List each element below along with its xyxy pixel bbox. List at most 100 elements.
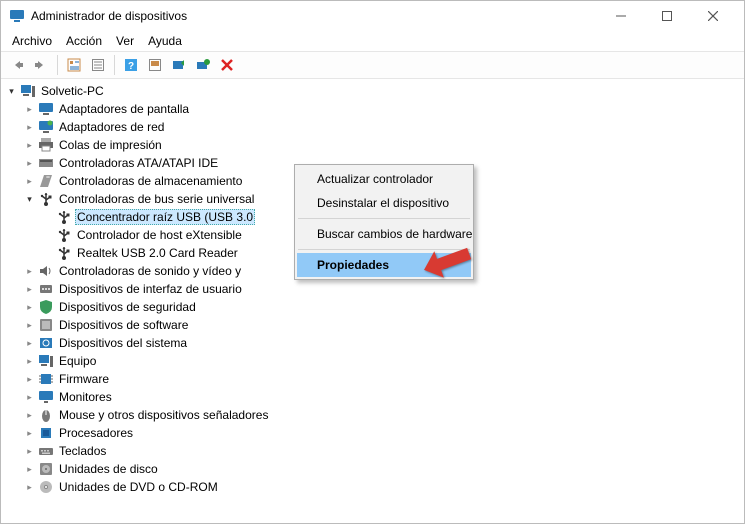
proc-icon xyxy=(38,425,54,441)
node-label: Unidades de DVD o CD-ROM xyxy=(57,480,220,494)
node-label: Dispositivos de software xyxy=(57,318,190,332)
node-label: Dispositivos del sistema xyxy=(57,336,189,350)
back-button[interactable] xyxy=(5,53,29,77)
node-label: Unidades de disco xyxy=(57,462,160,476)
tree-category-node[interactable]: ▸ Unidades de DVD o CD-ROM xyxy=(23,478,740,496)
tree-category-node[interactable]: ▸ Firmware xyxy=(23,370,740,388)
maximize-button[interactable] xyxy=(644,1,690,31)
delete-button[interactable] xyxy=(215,53,239,77)
context-menu-item[interactable]: Desinstalar el dispositivo xyxy=(297,191,471,215)
usb-icon xyxy=(56,209,72,225)
hid-icon xyxy=(38,281,54,297)
tree-category-node[interactable]: ▸ Dispositivos de software xyxy=(23,316,740,334)
sys-icon xyxy=(38,335,54,351)
node-label: Adaptadores de pantalla xyxy=(57,102,191,116)
tree-root-node[interactable]: ▾ Solvetic-PC xyxy=(5,82,740,100)
chevron-right-icon[interactable]: ▸ xyxy=(23,337,36,350)
device-tree[interactable]: ▾ Solvetic-PC ▸ Adaptadores de pantalla … xyxy=(1,80,744,523)
minimize-button[interactable] xyxy=(598,1,644,31)
forward-button[interactable] xyxy=(29,53,53,77)
chevron-down-icon[interactable]: ▾ xyxy=(23,193,36,206)
node-label: Firmware xyxy=(57,372,111,386)
chevron-right-icon[interactable]: ▸ xyxy=(23,121,36,134)
tree-category-node[interactable]: ▸ Procesadores xyxy=(23,424,740,442)
pc-icon xyxy=(38,353,54,369)
chevron-right-icon[interactable]: ▸ xyxy=(23,463,36,476)
chip-icon xyxy=(38,371,54,387)
help-button[interactable]: ? xyxy=(119,53,143,77)
annotation-arrow-icon xyxy=(421,244,471,282)
node-label: Controladoras ATA/ATAPI IDE xyxy=(57,156,220,170)
chevron-right-icon[interactable]: ▸ xyxy=(23,445,36,458)
chevron-right-icon[interactable]: ▸ xyxy=(23,139,36,152)
chevron-right-icon[interactable]: ▸ xyxy=(23,373,36,386)
chevron-right-icon[interactable]: ▸ xyxy=(23,301,36,314)
tree-category-node[interactable]: ▸ Adaptadores de pantalla xyxy=(23,100,740,118)
node-label: Controladoras de almacenamiento xyxy=(57,174,244,188)
tree-category-node[interactable]: ▸ Dispositivos del sistema xyxy=(23,334,740,352)
tree-category-node[interactable]: ▸ Unidades de disco xyxy=(23,460,740,478)
node-label: Dispositivos de interfaz de usuario xyxy=(57,282,244,296)
chevron-right-icon[interactable]: ▸ xyxy=(23,157,36,170)
node-label: Realtek USB 2.0 Card Reader xyxy=(75,246,240,260)
scan-button[interactable] xyxy=(143,53,167,77)
menu-file[interactable]: Archivo xyxy=(5,32,59,50)
node-label: Monitores xyxy=(57,390,114,404)
context-menu-item[interactable]: Buscar cambios de hardware xyxy=(297,222,471,246)
tree-category-node[interactable]: ▸ Dispositivos de interfaz de usuario xyxy=(23,280,740,298)
node-label: Controladoras de sonido y vídeo y xyxy=(57,264,243,278)
storage-icon xyxy=(38,173,54,189)
chevron-right-icon[interactable]: ▸ xyxy=(23,427,36,440)
chevron-right-icon[interactable]: ▸ xyxy=(23,391,36,404)
window-title: Administrador de dispositivos xyxy=(31,9,598,23)
usb-icon xyxy=(56,227,72,243)
context-menu-item[interactable]: Actualizar controlador xyxy=(297,167,471,191)
chevron-right-icon[interactable]: ▸ xyxy=(23,355,36,368)
net-icon xyxy=(38,119,54,135)
app-icon xyxy=(9,8,25,24)
device-manager-window: Administrador de dispositivos Archivo Ac… xyxy=(0,0,745,524)
menu-separator xyxy=(298,218,470,219)
dvd-icon xyxy=(38,479,54,495)
menu-action[interactable]: Acción xyxy=(59,32,109,50)
chevron-down-icon[interactable]: ▾ xyxy=(5,85,18,98)
chevron-right-icon[interactable]: ▸ xyxy=(23,409,36,422)
printer-icon xyxy=(38,137,54,153)
uninstall-button[interactable] xyxy=(191,53,215,77)
mouse-icon xyxy=(38,407,54,423)
tree-category-node[interactable]: ▸ Colas de impresión xyxy=(23,136,740,154)
node-label: Mouse y otros dispositivos señaladores xyxy=(57,408,270,422)
properties-button[interactable] xyxy=(86,53,110,77)
tree-category-node[interactable]: ▸ Dispositivos de seguridad xyxy=(23,298,740,316)
titlebar: Administrador de dispositivos xyxy=(1,1,744,31)
update-driver-button[interactable] xyxy=(167,53,191,77)
tree-category-node[interactable]: ▸ Adaptadores de red xyxy=(23,118,740,136)
show-hide-tree-button[interactable] xyxy=(62,53,86,77)
chevron-right-icon[interactable]: ▸ xyxy=(23,103,36,116)
chevron-right-icon[interactable]: ▸ xyxy=(23,319,36,332)
node-label: Concentrador raíz USB (USB 3.0 xyxy=(75,209,255,225)
menubar: Archivo Acción Ver Ayuda xyxy=(1,31,744,51)
node-label: Controlador de host eXtensible xyxy=(75,228,244,242)
menu-view[interactable]: Ver xyxy=(109,32,141,50)
node-label: Colas de impresión xyxy=(57,138,164,152)
node-label: Controladoras de bus serie universal xyxy=(57,192,256,206)
tree-category-node[interactable]: ▸ Mouse y otros dispositivos señaladores xyxy=(23,406,740,424)
toolbar-separator xyxy=(57,55,58,75)
toolbar-separator xyxy=(114,55,115,75)
chevron-right-icon[interactable]: ▸ xyxy=(23,175,36,188)
chevron-right-icon[interactable]: ▸ xyxy=(23,265,36,278)
tree-category-node[interactable]: ▸ Teclados xyxy=(23,442,740,460)
usb-icon xyxy=(38,191,54,207)
node-label: Dispositivos de seguridad xyxy=(57,300,198,314)
tree-category-node[interactable]: ▸ Monitores xyxy=(23,388,740,406)
soft-icon xyxy=(38,317,54,333)
tree-category-node[interactable]: ▸ Equipo xyxy=(23,352,740,370)
node-label: Equipo xyxy=(57,354,98,368)
menu-help[interactable]: Ayuda xyxy=(141,32,189,50)
key-icon xyxy=(38,443,54,459)
chevron-right-icon[interactable]: ▸ xyxy=(23,283,36,296)
toolbar: ? xyxy=(1,51,744,79)
close-button[interactable] xyxy=(690,1,736,31)
chevron-right-icon[interactable]: ▸ xyxy=(23,481,36,494)
